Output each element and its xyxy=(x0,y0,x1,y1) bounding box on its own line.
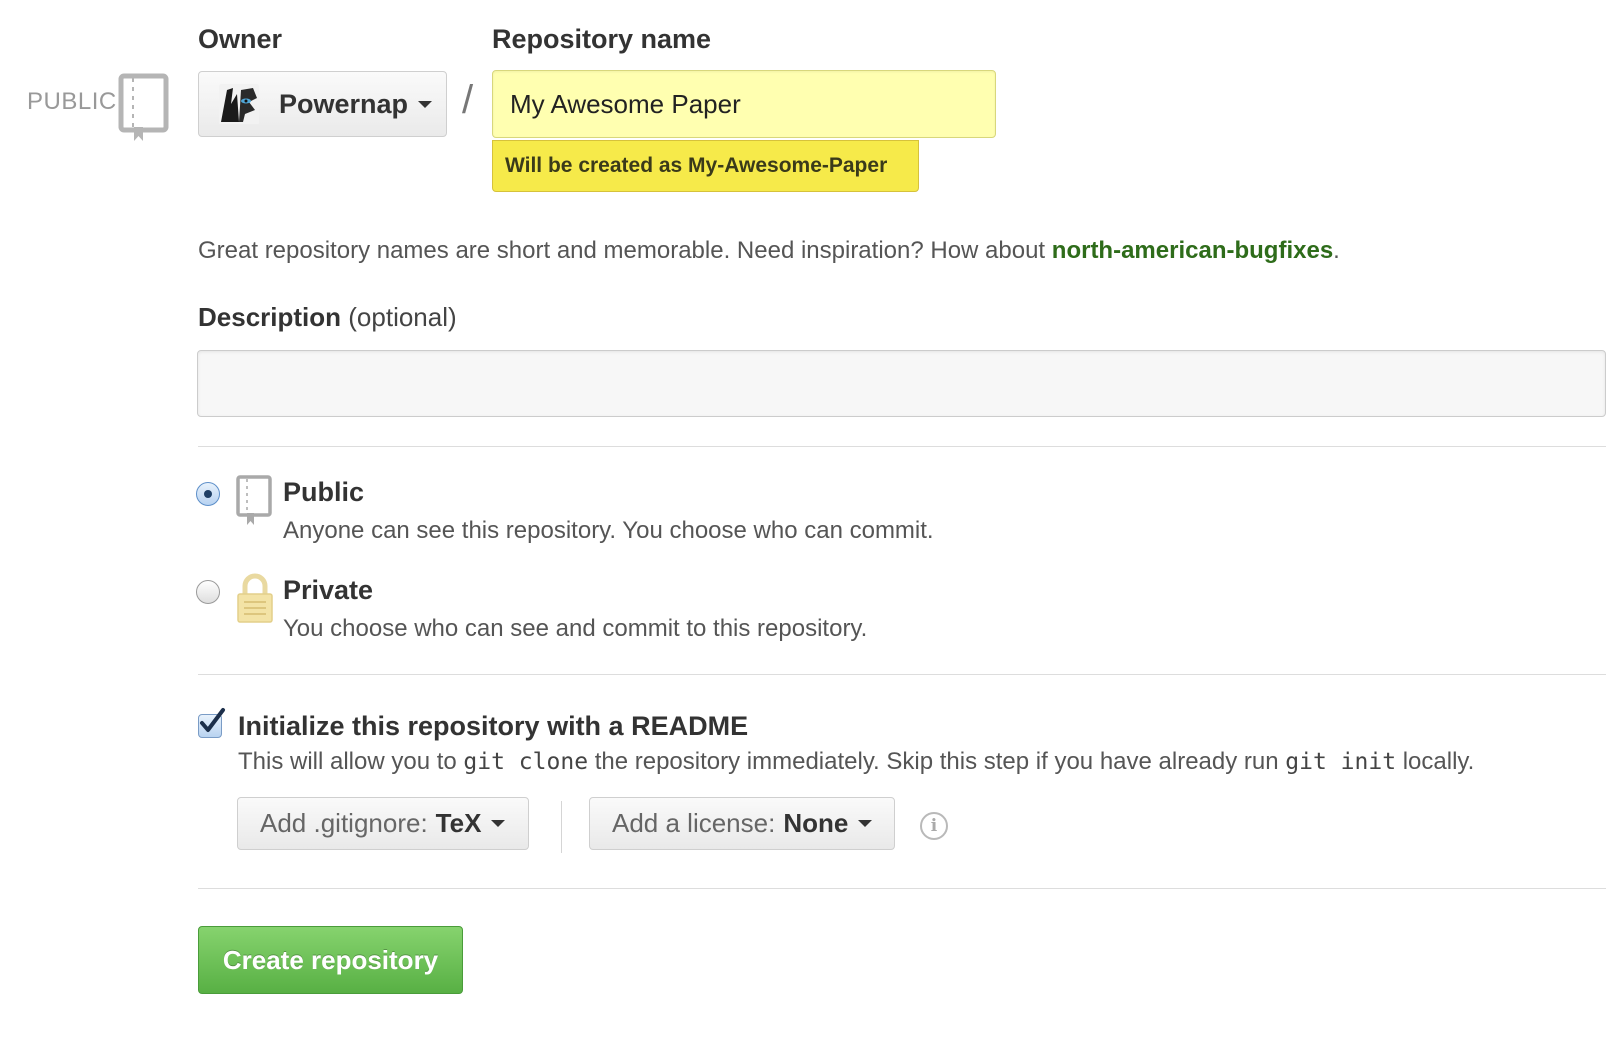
gitignore-select-value: TeX xyxy=(435,808,482,838)
name-suggestion-text: Great repository names are short and mem… xyxy=(198,237,1340,265)
private-option-desc: You choose who can see and commit to thi… xyxy=(283,615,868,642)
gitignore-select[interactable]: Add .gitignore: TeX xyxy=(237,797,529,850)
public-option-icon xyxy=(236,475,274,530)
private-option-title: Private xyxy=(283,575,374,605)
git-clone-code: git clone xyxy=(463,749,589,775)
description-label-text: Description xyxy=(198,302,342,332)
suggestion-prefix: Great repository names are short and mem… xyxy=(198,237,1052,264)
license-select-value: None xyxy=(783,808,849,838)
select-separator xyxy=(561,801,562,853)
description-label: Description (optional) xyxy=(198,302,457,333)
description-input[interactable] xyxy=(197,350,1606,417)
divider xyxy=(198,674,1606,675)
description-optional: (optional) xyxy=(348,302,457,332)
owner-name: Powernap xyxy=(279,88,409,119)
readme-desc-part2: the repository immediately. Skip this st… xyxy=(588,748,1286,775)
gitignore-select-label: Add .gitignore: xyxy=(260,808,428,838)
public-repo-icon xyxy=(118,73,174,146)
visibility-tag: PUBLIC xyxy=(27,88,117,115)
readme-description: This will allow you to git clone the rep… xyxy=(238,748,1474,776)
lock-icon xyxy=(236,572,274,629)
chevron-down-icon xyxy=(858,820,873,827)
suggestion-suffix: . xyxy=(1333,237,1340,264)
readme-checkbox[interactable] xyxy=(198,708,225,738)
chevron-down-icon xyxy=(491,820,506,827)
git-init-code: git init xyxy=(1285,749,1397,775)
license-select[interactable]: Add a license: None xyxy=(589,797,895,850)
private-radio[interactable] xyxy=(196,580,220,604)
repo-name-label: Repository name xyxy=(492,24,712,54)
repository-name-input[interactable] xyxy=(492,70,996,138)
divider xyxy=(198,888,1606,889)
public-option-desc: Anyone can see this repository. You choo… xyxy=(283,517,934,544)
readme-title: Initialize this repository with a README xyxy=(238,711,749,741)
license-select-label: Add a license: xyxy=(612,808,776,838)
checkmark-icon xyxy=(200,708,225,732)
owner-label: Owner xyxy=(198,24,283,54)
repo-name-hint: Will be created as My-Awesome-Paper xyxy=(492,140,919,192)
chevron-down-icon xyxy=(418,100,433,108)
public-radio[interactable] xyxy=(196,482,220,506)
info-icon[interactable]: i xyxy=(920,812,948,840)
readme-desc-part1: This will allow you to xyxy=(238,748,464,775)
create-repository-button[interactable]: Create repository xyxy=(198,926,463,994)
public-option-title: Public xyxy=(283,477,365,507)
readme-desc-part3: locally. xyxy=(1396,748,1475,775)
owner-repo-separator: / xyxy=(462,78,474,122)
owner-dropdown[interactable]: Powernap xyxy=(198,71,447,137)
divider xyxy=(198,446,1606,447)
owner-avatar xyxy=(219,84,259,124)
suggestion-link[interactable]: north-american-bugfixes xyxy=(1052,237,1333,264)
